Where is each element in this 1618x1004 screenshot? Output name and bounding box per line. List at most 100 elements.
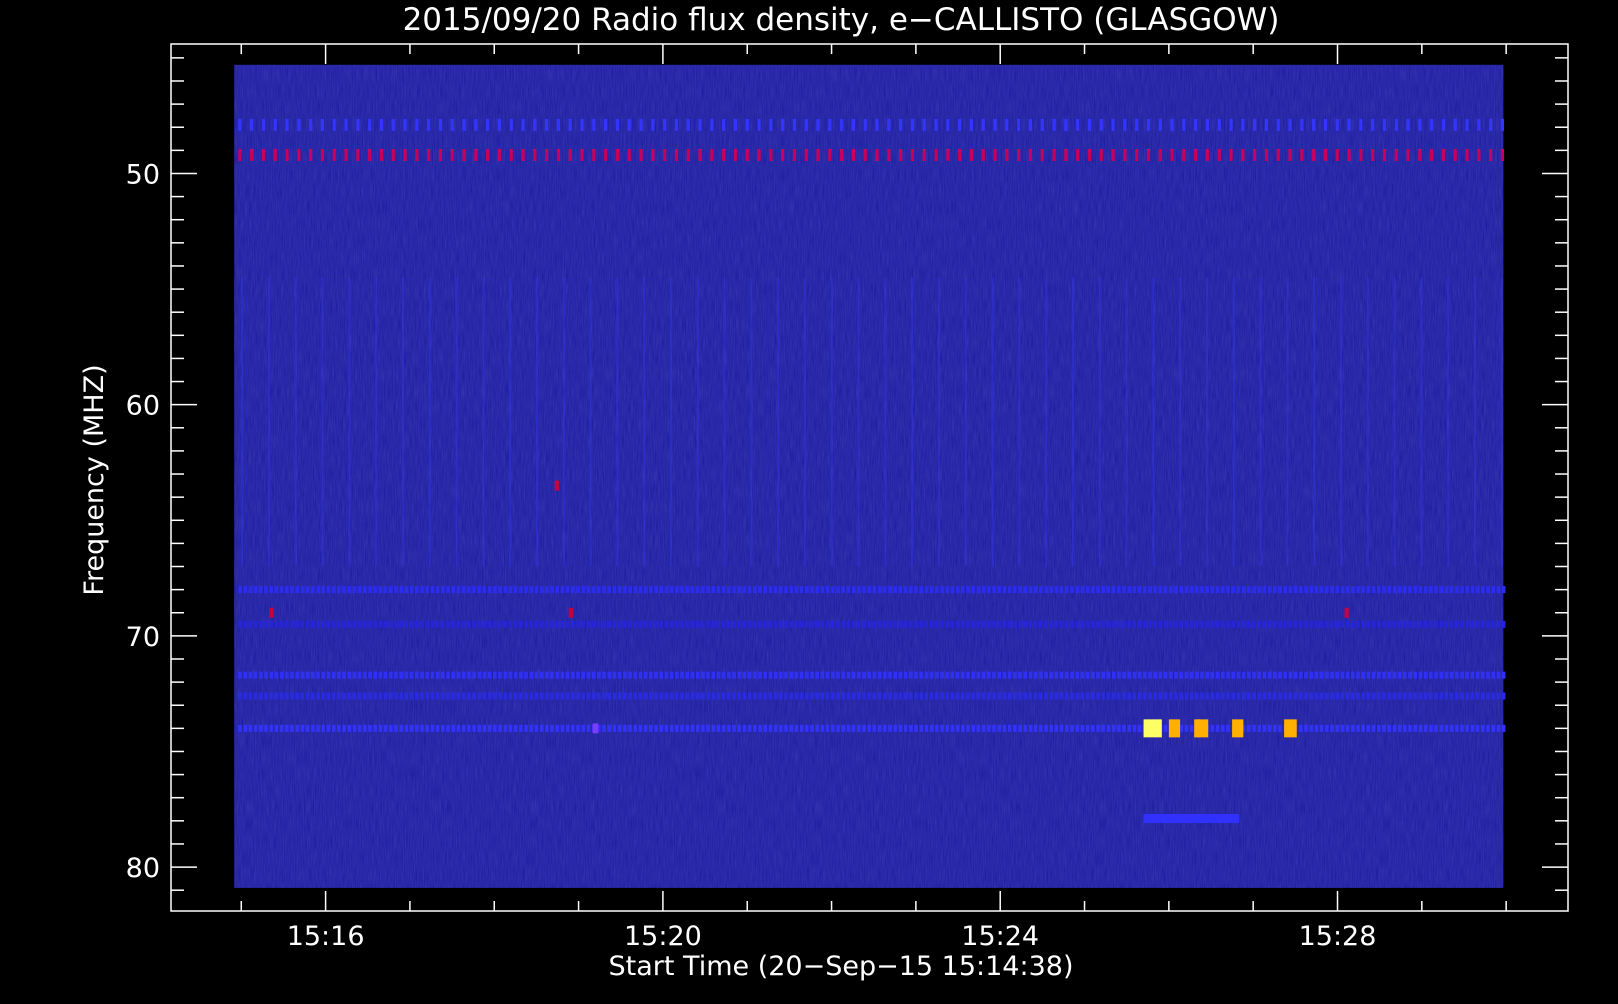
band-segment xyxy=(1028,671,1033,679)
band-segment xyxy=(259,692,263,700)
band-segment xyxy=(1049,724,1054,732)
band-segment xyxy=(1314,620,1319,628)
band-segment xyxy=(649,586,653,594)
band-segment xyxy=(841,671,846,679)
band-segment xyxy=(1106,671,1111,679)
band-segment xyxy=(857,586,861,594)
band-segment xyxy=(1127,620,1132,628)
band-segment xyxy=(1288,671,1293,679)
band-segment xyxy=(1356,620,1360,628)
band-segment xyxy=(810,692,814,700)
band-segment xyxy=(945,620,950,628)
band-segment xyxy=(1309,620,1314,628)
band-segment xyxy=(1049,620,1054,628)
band-segment xyxy=(290,620,294,628)
band-segment xyxy=(1423,724,1428,732)
band-segment xyxy=(1496,620,1501,628)
band-segment xyxy=(273,118,277,131)
band-segment xyxy=(1210,671,1215,679)
band-segment xyxy=(556,118,561,131)
band-segment xyxy=(1174,671,1178,679)
band-segment xyxy=(1189,620,1194,628)
band-segment xyxy=(602,671,606,679)
band-segment xyxy=(404,620,409,628)
band-segment xyxy=(451,724,456,732)
band-segment xyxy=(311,692,315,700)
band-segment xyxy=(1195,586,1199,594)
band-segment xyxy=(742,620,747,628)
band-segment xyxy=(659,620,664,628)
band-segment xyxy=(295,724,300,732)
band-segment xyxy=(1013,724,1017,732)
band-segment xyxy=(311,620,315,628)
band-segment xyxy=(1096,724,1100,732)
band-segment xyxy=(831,692,835,700)
band-segment xyxy=(394,620,398,628)
band-segment xyxy=(639,148,643,161)
band-segment xyxy=(1441,118,1446,131)
band-segment xyxy=(1304,586,1308,594)
band-segment xyxy=(1096,586,1100,594)
band-segment xyxy=(1184,671,1189,679)
band-segment xyxy=(347,586,352,594)
band-segment xyxy=(576,724,580,732)
band-segment xyxy=(1194,118,1198,131)
band-segment xyxy=(451,620,456,628)
band-segment xyxy=(638,586,643,594)
band-segment xyxy=(1028,586,1033,594)
band-segment xyxy=(763,671,768,679)
band-segment xyxy=(415,671,419,679)
band-segment xyxy=(1496,692,1501,700)
band-segment xyxy=(733,118,738,131)
band-segment xyxy=(867,620,872,628)
band-segment xyxy=(446,724,450,732)
band-segment xyxy=(831,620,835,628)
band-segment xyxy=(326,586,331,594)
band-segment xyxy=(695,724,700,732)
band-segment xyxy=(602,692,606,700)
band-segment xyxy=(1465,118,1469,131)
band-segment xyxy=(279,671,284,679)
band-segment xyxy=(326,671,331,679)
band-segment xyxy=(940,671,944,679)
band-segment xyxy=(768,692,773,700)
band-segment xyxy=(1335,724,1340,732)
band-segment xyxy=(508,724,513,732)
band-segment xyxy=(1423,692,1428,700)
band-segment xyxy=(1356,692,1360,700)
band-segment xyxy=(326,692,331,700)
band-segment xyxy=(701,692,705,700)
band-segment xyxy=(664,671,669,679)
band-segment xyxy=(1075,724,1080,732)
band-segment xyxy=(929,724,934,732)
band-segment xyxy=(976,724,981,732)
band-segment xyxy=(976,692,981,700)
band-segment xyxy=(545,118,549,131)
band-segment xyxy=(1397,671,1402,679)
band-segment xyxy=(597,620,601,628)
band-segment xyxy=(643,620,648,628)
band-segment xyxy=(503,620,508,628)
band-segment xyxy=(914,620,918,628)
band-segment xyxy=(461,671,466,679)
band-segment xyxy=(591,620,596,628)
band-segment xyxy=(654,586,658,594)
band-segment xyxy=(311,586,315,594)
band-segment xyxy=(877,724,882,732)
band-segment xyxy=(238,692,242,700)
band-segment xyxy=(467,620,471,628)
band-segment xyxy=(981,586,986,594)
band-segment xyxy=(524,620,528,628)
band-segment xyxy=(686,148,690,161)
band-segment xyxy=(1309,586,1314,594)
band-segment xyxy=(238,620,242,628)
band-segment xyxy=(1122,586,1126,594)
band-segment xyxy=(1002,586,1007,594)
band-segment xyxy=(503,692,508,700)
band-segment xyxy=(950,586,955,594)
band-segment xyxy=(1257,724,1262,732)
band-segment xyxy=(680,620,684,628)
band-segment xyxy=(1002,692,1007,700)
band-segment xyxy=(1013,692,1017,700)
band-segment xyxy=(545,671,549,679)
